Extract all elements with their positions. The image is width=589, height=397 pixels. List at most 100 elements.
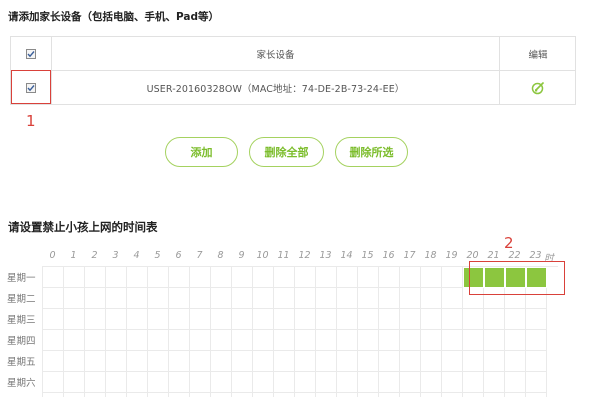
schedule-cell[interactable]	[379, 330, 400, 351]
schedule-cell[interactable]	[85, 372, 106, 393]
schedule-cell[interactable]	[85, 351, 106, 372]
select-all-checkbox[interactable]	[26, 48, 36, 59]
schedule-cell[interactable]	[505, 393, 526, 397]
schedule-cell[interactable]	[211, 330, 232, 351]
schedule-cell[interactable]	[64, 267, 85, 288]
schedule-cell[interactable]	[526, 351, 547, 372]
schedule-cell[interactable]	[295, 288, 316, 309]
schedule-cell[interactable]	[400, 393, 421, 397]
schedule-cell[interactable]	[505, 351, 526, 372]
schedule-cell[interactable]	[274, 288, 295, 309]
schedule-cell[interactable]	[484, 372, 505, 393]
schedule-cell[interactable]	[127, 351, 148, 372]
schedule-cell[interactable]	[337, 267, 358, 288]
schedule-cell[interactable]	[316, 351, 337, 372]
schedule-cell[interactable]	[442, 393, 463, 397]
schedule-cell[interactable]	[211, 393, 232, 397]
schedule-cell[interactable]	[358, 330, 379, 351]
schedule-cell[interactable]	[379, 288, 400, 309]
schedule-cell[interactable]	[232, 309, 253, 330]
schedule-cell[interactable]	[316, 288, 337, 309]
schedule-cell[interactable]	[421, 330, 442, 351]
schedule-cell[interactable]	[253, 309, 274, 330]
schedule-cell[interactable]	[463, 351, 484, 372]
schedule-cell[interactable]	[43, 351, 64, 372]
schedule-cell[interactable]	[148, 267, 169, 288]
schedule-cell[interactable]	[148, 330, 169, 351]
schedule-cell[interactable]	[274, 351, 295, 372]
schedule-cell[interactable]	[169, 330, 190, 351]
schedule-cell[interactable]	[43, 393, 64, 397]
schedule-cell[interactable]	[43, 267, 64, 288]
schedule-cell[interactable]	[169, 372, 190, 393]
schedule-cell[interactable]	[400, 288, 421, 309]
schedule-cell[interactable]	[400, 309, 421, 330]
schedule-cell[interactable]	[64, 330, 85, 351]
schedule-cell[interactable]	[295, 267, 316, 288]
schedule-cell[interactable]	[106, 330, 127, 351]
schedule-cell[interactable]	[421, 351, 442, 372]
schedule-cell[interactable]	[337, 309, 358, 330]
schedule-cell[interactable]	[442, 288, 463, 309]
schedule-cell[interactable]	[526, 372, 547, 393]
delete-selected-button[interactable]: 删除所选	[335, 137, 408, 167]
schedule-cell[interactable]	[169, 267, 190, 288]
schedule-cell[interactable]	[295, 330, 316, 351]
schedule-cell[interactable]	[127, 393, 148, 397]
schedule-cell[interactable]	[169, 351, 190, 372]
schedule-cell[interactable]	[337, 351, 358, 372]
schedule-cell[interactable]	[85, 309, 106, 330]
schedule-cell[interactable]	[106, 288, 127, 309]
schedule-cell[interactable]	[400, 372, 421, 393]
schedule-cell[interactable]	[148, 372, 169, 393]
schedule-cell[interactable]	[148, 309, 169, 330]
schedule-cell[interactable]	[274, 330, 295, 351]
schedule-cell[interactable]	[379, 309, 400, 330]
schedule-cell[interactable]	[526, 330, 547, 351]
schedule-cell[interactable]	[337, 372, 358, 393]
schedule-cell[interactable]	[190, 351, 211, 372]
schedule-cell[interactable]	[169, 288, 190, 309]
schedule-cell[interactable]	[43, 372, 64, 393]
schedule-cell[interactable]	[358, 393, 379, 397]
schedule-cell[interactable]	[337, 393, 358, 397]
schedule-cell[interactable]	[43, 288, 64, 309]
schedule-cell[interactable]	[274, 372, 295, 393]
schedule-cell[interactable]	[484, 351, 505, 372]
schedule-cell[interactable]	[442, 309, 463, 330]
schedule-cell[interactable]	[484, 309, 505, 330]
schedule-cell[interactable]	[148, 351, 169, 372]
schedule-cell[interactable]	[253, 393, 274, 397]
schedule-cell[interactable]	[85, 393, 106, 397]
schedule-cell[interactable]	[463, 330, 484, 351]
schedule-cell[interactable]	[127, 288, 148, 309]
schedule-cell[interactable]	[43, 330, 64, 351]
schedule-cell[interactable]	[421, 372, 442, 393]
schedule-cell[interactable]	[421, 288, 442, 309]
schedule-cell[interactable]	[211, 351, 232, 372]
schedule-cell[interactable]	[274, 309, 295, 330]
schedule-cell[interactable]	[442, 330, 463, 351]
schedule-cell[interactable]	[379, 372, 400, 393]
schedule-cell[interactable]	[127, 330, 148, 351]
schedule-cell[interactable]	[274, 267, 295, 288]
schedule-cell[interactable]	[526, 393, 547, 397]
schedule-cell[interactable]	[211, 267, 232, 288]
schedule-cell[interactable]	[484, 393, 505, 397]
schedule-cell[interactable]	[253, 330, 274, 351]
schedule-cell[interactable]	[505, 330, 526, 351]
schedule-cell[interactable]	[463, 393, 484, 397]
schedule-cell[interactable]	[442, 267, 463, 288]
schedule-cell[interactable]	[232, 267, 253, 288]
schedule-cell[interactable]	[358, 351, 379, 372]
schedule-cell[interactable]	[442, 372, 463, 393]
schedule-cell[interactable]	[358, 372, 379, 393]
schedule-cell[interactable]	[232, 330, 253, 351]
schedule-cell[interactable]	[526, 309, 547, 330]
schedule-cell[interactable]	[232, 288, 253, 309]
schedule-cell[interactable]	[400, 351, 421, 372]
schedule-cell[interactable]	[64, 309, 85, 330]
schedule-cell[interactable]	[421, 309, 442, 330]
schedule-cell[interactable]	[106, 351, 127, 372]
schedule-cell[interactable]	[127, 309, 148, 330]
